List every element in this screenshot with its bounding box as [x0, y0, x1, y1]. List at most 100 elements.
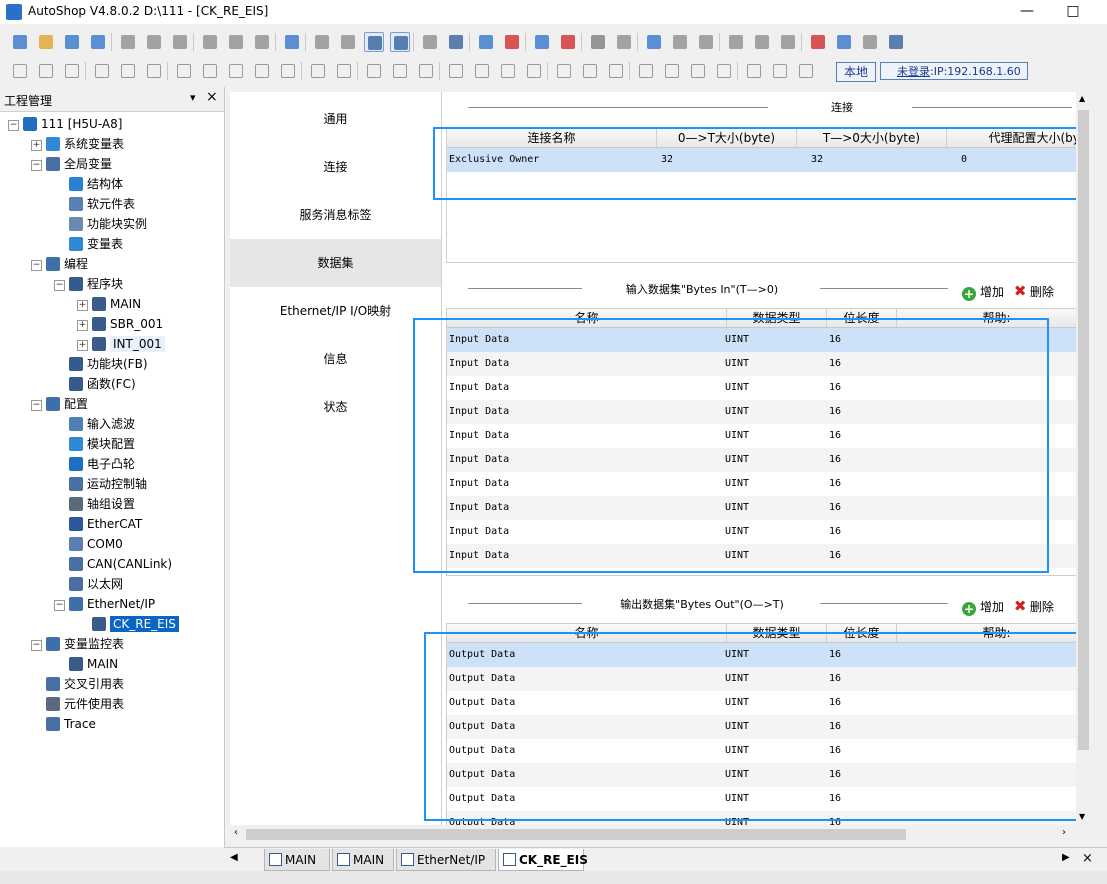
tree-item[interactable]: − 配置 [31, 394, 88, 414]
tree-item[interactable]: 模块配置 [54, 434, 135, 454]
window-icon[interactable] [364, 32, 384, 52]
tree-item[interactable]: − 变量监控表 [31, 634, 124, 654]
scrollbar-thumb[interactable] [246, 829, 906, 840]
delete-icon[interactable] [252, 32, 272, 52]
tree-item[interactable]: CAN(CANLink) [54, 554, 172, 574]
redo-icon[interactable] [226, 32, 246, 52]
layout2-icon[interactable] [726, 32, 746, 52]
layout-icon[interactable] [696, 32, 716, 52]
ladder-tool-icon[interactable] [364, 61, 384, 81]
input-delete-button[interactable]: ✖ 删除 [1008, 282, 1054, 300]
tree-item[interactable]: 结构体 [54, 174, 123, 194]
ladder-tool-icon[interactable] [62, 61, 82, 81]
ladder-tool-icon[interactable] [144, 61, 164, 81]
output-delete-button[interactable]: ✖ 删除 [1008, 597, 1054, 615]
tree-item[interactable]: CK_RE_EIS [77, 614, 179, 634]
save-icon[interactable] [62, 32, 82, 52]
collapse-icon[interactable]: − [31, 400, 42, 411]
ladder-tool-icon[interactable] [278, 61, 298, 81]
test-icon[interactable] [808, 32, 828, 52]
book-icon[interactable] [886, 32, 906, 52]
tree-item[interactable]: 软元件表 [54, 194, 135, 214]
scroll-up-icon[interactable]: ▲ [1079, 94, 1085, 103]
upload-icon[interactable] [558, 32, 578, 52]
save-all-icon[interactable] [88, 32, 108, 52]
scroll-right-icon[interactable]: › [1062, 827, 1066, 838]
compile-icon[interactable] [420, 32, 440, 52]
tree-item[interactable]: 轴组设置 [54, 494, 135, 514]
tab-close-icon[interactable]: × [1082, 851, 1093, 866]
collapse-icon[interactable]: − [31, 640, 42, 651]
run-icon[interactable] [476, 32, 496, 52]
tab[interactable]: MAIN [332, 849, 394, 871]
tab[interactable]: EtherNet/IP [396, 849, 496, 871]
ladder-tool-icon[interactable] [524, 61, 544, 81]
local-button[interactable]: 本地 [836, 62, 876, 82]
expand-icon[interactable]: + [77, 300, 88, 311]
nav-item[interactable]: Ethernet/IP I/O映射 [230, 287, 441, 335]
ladder-tool-icon[interactable] [200, 61, 220, 81]
nav-item[interactable]: 服务消息标签 [230, 191, 441, 239]
ladder-tool-icon[interactable] [92, 61, 112, 81]
output-add-button[interactable]: + 增加 [962, 600, 1004, 616]
search-icon[interactable] [282, 32, 302, 52]
monitor-icon[interactable] [588, 32, 608, 52]
tree-item[interactable]: 输入滤波 [54, 414, 135, 434]
collapse-icon[interactable]: − [31, 260, 42, 271]
cut-icon[interactable] [118, 32, 138, 52]
expand-icon[interactable]: + [77, 320, 88, 331]
new-icon[interactable] [10, 32, 30, 52]
nav-item[interactable]: 连接 [230, 143, 441, 191]
login-icon[interactable] [834, 32, 854, 52]
tree-item[interactable]: − 111 [H5U-A8] [8, 114, 122, 134]
ladder-tool-icon[interactable] [10, 61, 30, 81]
close-panel-button[interactable]: × [206, 89, 218, 105]
paste-icon[interactable] [170, 32, 190, 52]
collapse-icon[interactable]: − [54, 280, 65, 291]
scroll-left-icon[interactable]: ‹ [234, 827, 238, 838]
tree-item[interactable]: + 系统变量表 [31, 134, 124, 154]
ladder-tool-icon[interactable] [688, 61, 708, 81]
monitor2-icon[interactable] [614, 32, 634, 52]
nav-item[interactable]: 通用 [230, 95, 441, 143]
logout-icon[interactable] [860, 32, 880, 52]
tree-item[interactable]: 功能块实例 [54, 214, 147, 234]
tree-item[interactable]: + INT_001 [77, 334, 165, 354]
ladder-tool-icon[interactable] [498, 61, 518, 81]
window2-icon[interactable] [390, 32, 410, 52]
collapse-icon[interactable]: − [8, 120, 19, 131]
minimize-button[interactable]: — [1004, 0, 1050, 24]
tab[interactable]: MAIN [264, 849, 330, 871]
print-preview-icon[interactable] [312, 32, 332, 52]
tree-item[interactable]: 交叉引用表 [31, 674, 124, 694]
edit-icon[interactable] [670, 32, 690, 52]
ladder-tool-icon[interactable] [636, 61, 656, 81]
tab-scroll-right-icon[interactable]: ▶ [1062, 852, 1070, 863]
ladder-tool-icon[interactable] [416, 61, 436, 81]
tree-item[interactable]: 运动控制轴 [54, 474, 147, 494]
copy-icon[interactable] [144, 32, 164, 52]
tree-item[interactable]: 函数(FC) [54, 374, 136, 394]
input-add-button[interactable]: + 增加 [962, 285, 1004, 301]
collapse-icon[interactable]: − [31, 160, 42, 171]
ladder-tool-icon[interactable] [744, 61, 764, 81]
tree-item[interactable]: COM0 [54, 534, 123, 554]
tree-item[interactable]: − 编程 [31, 254, 88, 274]
tree-item[interactable]: 电子凸轮 [54, 454, 135, 474]
expand-icon[interactable]: + [77, 340, 88, 351]
ladder-tool-icon[interactable] [118, 61, 138, 81]
tree-item[interactable]: Trace [31, 714, 96, 734]
nav-item[interactable]: 状态 [230, 383, 441, 431]
ladder-tool-icon[interactable] [252, 61, 272, 81]
tree-item[interactable]: EtherCAT [54, 514, 142, 534]
stop-icon[interactable] [502, 32, 522, 52]
horizontal-scrollbar[interactable]: ‹ › [230, 826, 1076, 843]
tree-item[interactable]: + SBR_001 [77, 314, 163, 334]
scrollbar-thumb[interactable] [1078, 110, 1089, 750]
login-status-button[interactable]: 未登录:IP:192.168.1.60 [880, 62, 1028, 80]
tree-item[interactable]: + MAIN [77, 294, 141, 314]
nav-item[interactable]: 信息 [230, 335, 441, 383]
open-icon[interactable] [36, 32, 56, 52]
expand-icon[interactable]: + [31, 140, 42, 151]
ladder-tool-icon[interactable] [472, 61, 492, 81]
